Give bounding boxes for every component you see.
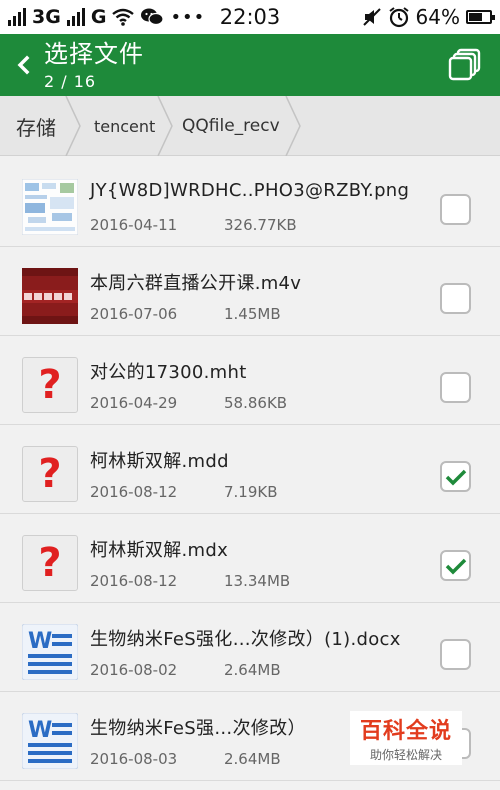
file-name: 生物纳米FeS强…次修改）: [90, 718, 306, 739]
file-size: 58.86KB: [224, 394, 288, 412]
wifi-icon: [112, 8, 135, 26]
breadcrumb-item-qqfile-recv[interactable]: QQfile_recv: [182, 96, 280, 156]
file-checkbox[interactable]: [440, 283, 471, 314]
file-checkbox[interactable]: [440, 461, 471, 492]
file-row[interactable]: ? 对公的17300.mht 2016-04-29 58.86KB: [0, 336, 500, 425]
watermark-subtitle: 助你轻松解决: [369, 748, 442, 762]
svg-text:W: W: [28, 718, 52, 743]
signal-icon: [8, 8, 26, 26]
file-checkbox[interactable]: [440, 550, 471, 581]
unknown-file-icon: ?: [22, 357, 78, 413]
file-name: 生物纳米FeS强化…次修改）(1).docx: [90, 629, 401, 650]
more-notifications-icon: •••: [170, 6, 206, 28]
breadcrumb-separator-icon: [65, 96, 81, 156]
breadcrumb-separator-icon: [157, 96, 173, 156]
image-thumbnail: [21, 178, 79, 236]
file-size: 7.19KB: [224, 483, 278, 501]
app-header: 选择文件 2 / 16: [0, 34, 500, 96]
copy-stack-icon: [448, 48, 481, 81]
file-checkbox[interactable]: [440, 639, 471, 670]
breadcrumb-item-storage[interactable]: 存储: [16, 96, 56, 156]
selection-counter: 2 / 16: [44, 72, 97, 91]
file-name: 对公的17300.mht: [90, 362, 247, 383]
file-size: 13.34MB: [224, 572, 291, 590]
file-date: 2016-04-29: [90, 394, 178, 412]
watermark-title: 百科全说: [359, 719, 452, 744]
mute-icon: [362, 8, 381, 26]
file-name: 柯林斯双解.mdd: [90, 451, 229, 472]
battery-icon: [466, 10, 495, 24]
unknown-file-icon: ?: [22, 446, 78, 502]
file-date: 2016-04-11: [90, 216, 178, 234]
breadcrumb-separator-icon: [285, 96, 301, 156]
select-all-button[interactable]: [448, 48, 482, 82]
word-doc-icon: W: [21, 623, 79, 681]
signal-icon-2: [66, 8, 85, 26]
svg-text:W: W: [28, 629, 52, 654]
file-date: 2016-08-03: [90, 750, 178, 768]
file-name: 柯林斯双解.mdx: [90, 540, 229, 561]
file-size: 1.45MB: [224, 305, 281, 323]
status-bar: 3G G ••• 22:03 64%: [0, 0, 500, 34]
file-size: 326.77KB: [224, 216, 297, 234]
back-button[interactable]: [10, 52, 36, 78]
checkmark-icon: [445, 469, 466, 485]
breadcrumb: 存储 tencent QQfile_recv: [0, 96, 500, 156]
file-checkbox[interactable]: [440, 194, 471, 225]
file-list: JY{W8D]WRDHC..PHO3@RZBY.png 2016-04-11 3…: [0, 158, 500, 781]
file-date: 2016-07-06: [90, 305, 178, 323]
chevron-left-icon: [17, 55, 30, 75]
network-type-1: 3G: [32, 6, 61, 28]
alarm-icon: [388, 7, 409, 28]
file-name: 本周六群直播公开课.m4v: [90, 273, 302, 294]
status-right: 64%: [362, 5, 495, 29]
unknown-file-icon: ?: [22, 535, 78, 591]
breadcrumb-item-tencent[interactable]: tencent: [94, 96, 155, 156]
checkmark-icon: [445, 558, 466, 574]
file-row[interactable]: 本周六群直播公开课.m4v 2016-07-06 1.45MB: [0, 247, 500, 336]
status-left: 3G G •••: [8, 6, 205, 28]
file-row[interactable]: ? 柯林斯双解.mdx 2016-08-12 13.34MB: [0, 514, 500, 603]
file-date: 2016-08-12: [90, 572, 178, 590]
file-date: 2016-08-02: [90, 661, 178, 679]
file-row[interactable]: JY{W8D]WRDHC..PHO3@RZBY.png 2016-04-11 3…: [0, 158, 500, 247]
video-thumbnail: [22, 268, 78, 324]
battery-percent: 64%: [415, 5, 460, 29]
page-title: 选择文件: [44, 40, 144, 68]
file-date: 2016-08-12: [90, 483, 178, 501]
wechat-icon: [141, 8, 165, 26]
watermark: 百科全说 助你轻松解决: [350, 711, 462, 765]
file-name: JY{W8D]WRDHC..PHO3@RZBY.png: [90, 180, 410, 201]
file-row[interactable]: W 生物纳米FeS强化…次修改）(1).docx 2016-08-02 2.64…: [0, 603, 500, 692]
file-row[interactable]: ? 柯林斯双解.mdd 2016-08-12 7.19KB: [0, 425, 500, 514]
file-checkbox[interactable]: [440, 372, 471, 403]
word-doc-icon: W: [21, 712, 79, 770]
file-size: 2.64MB: [224, 750, 281, 768]
file-size: 2.64MB: [224, 661, 281, 679]
network-type-2: G: [90, 6, 107, 28]
